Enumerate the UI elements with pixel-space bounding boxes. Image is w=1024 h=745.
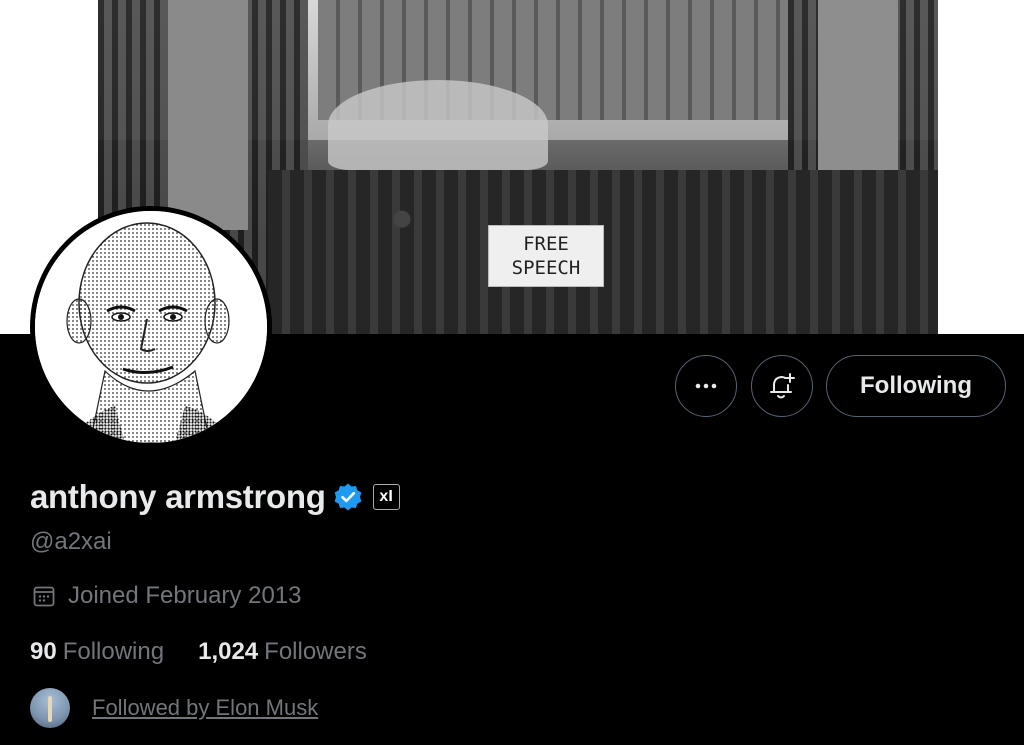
more-options-button[interactable] bbox=[675, 355, 737, 417]
affiliate-badge[interactable]: xІ bbox=[372, 484, 400, 510]
followed-by-link[interactable]: Followed by Elon Musk bbox=[92, 695, 318, 721]
joined-date-row: Joined February 2013 bbox=[32, 582, 301, 610]
following-count: 90 bbox=[30, 638, 57, 665]
avatar-portrait bbox=[35, 211, 267, 443]
sign-line-2: SPEECH bbox=[511, 257, 581, 279]
profile-avatar[interactable] bbox=[30, 206, 272, 448]
bell-plus-icon bbox=[770, 373, 795, 399]
profile-name-row: anthony armstrong xІ bbox=[30, 478, 400, 516]
more-horizontal-icon bbox=[695, 383, 717, 389]
following-stat-link[interactable]: 90 Following bbox=[30, 638, 164, 666]
banner-protest-sign: FREE SPEECH bbox=[488, 225, 604, 287]
calendar-icon bbox=[33, 586, 55, 607]
followers-stat-link[interactable]: 1,024 Followers bbox=[198, 638, 367, 666]
following-label: Following bbox=[62, 638, 165, 665]
portrait-illustration-icon bbox=[35, 211, 267, 443]
notifications-button[interactable] bbox=[751, 355, 813, 417]
follower-avatar[interactable] bbox=[30, 688, 70, 728]
verified-checkmark-icon[interactable] bbox=[333, 482, 363, 512]
followers-label: Followers bbox=[264, 638, 367, 665]
banner-trees bbox=[328, 80, 548, 170]
user-handle: @a2xai bbox=[30, 528, 112, 555]
display-name: anthony armstrong bbox=[30, 478, 326, 515]
followed-by-row: Followed by Elon Musk bbox=[30, 688, 318, 728]
banner-pillar-left bbox=[168, 0, 248, 230]
following-button[interactable]: Following bbox=[826, 355, 1006, 417]
sign-line-1: FREE bbox=[523, 233, 569, 255]
joined-date: Joined February 2013 bbox=[68, 582, 302, 609]
follow-stats: 90 Following 1,024 Followers bbox=[30, 638, 367, 666]
affiliate-label: xІ bbox=[379, 488, 393, 505]
followers-count: 1,024 bbox=[198, 638, 259, 665]
